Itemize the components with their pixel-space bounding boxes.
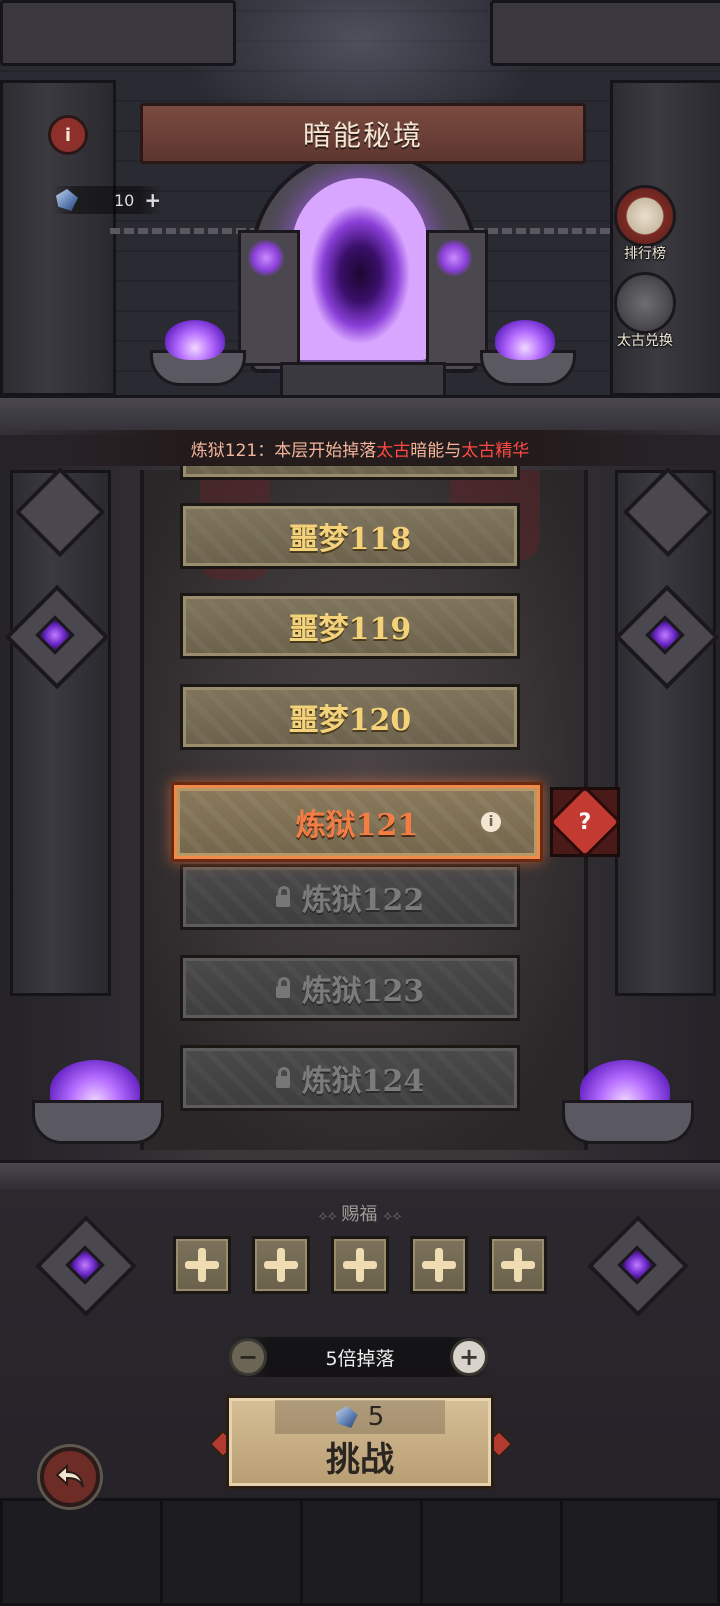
right-pillar-cap: [490, 0, 720, 66]
level-label: 噩梦118: [288, 522, 412, 557]
drop-multiplier-label: 5倍掉落: [325, 1347, 395, 1370]
lock-icon: [275, 1067, 290, 1088]
right-crystal: [436, 240, 472, 276]
minus-icon: −: [237, 1343, 259, 1371]
blessing-section-label: ⟡⟡ 赐福 ⟡⟡: [0, 1200, 720, 1226]
ancient-exchange-button[interactable]: 太古兑换: [610, 272, 680, 350]
level-label: 炼狱123: [301, 974, 425, 1009]
plus-icon: [501, 1248, 535, 1282]
drop-info-prefix: 炼狱121：本层开始掉落: [190, 440, 377, 461]
level-item-123[interactable]: 炼狱123: [180, 955, 520, 1021]
plus-icon: [422, 1248, 456, 1282]
left-upper-flame: [165, 320, 225, 360]
plus-icon: +: [458, 1343, 480, 1371]
ancient-exchange-icon: [614, 272, 676, 334]
challenge-cost: 5: [275, 1400, 445, 1434]
right-lower-brazier: [562, 1100, 694, 1144]
level-label: 炼狱122: [301, 883, 425, 918]
void-portal: [292, 178, 428, 360]
question-mark-icon: ?: [548, 785, 622, 859]
currency-counter: 10 +: [52, 186, 162, 214]
drop-info-mid: 暗能与: [410, 440, 462, 461]
floor-tile: [0, 1498, 166, 1606]
left-crystal: [248, 240, 284, 276]
level-item-120[interactable]: 噩梦120: [180, 684, 520, 750]
plus-icon: [343, 1248, 377, 1282]
blessing-slot-1[interactable]: [173, 1236, 231, 1294]
info-button[interactable]: i: [48, 115, 88, 155]
floor-tile: [300, 1498, 426, 1606]
drop-info-highlight: 太古精华: [461, 440, 530, 461]
add-currency-button[interactable]: +: [144, 188, 161, 212]
plus-icon: [264, 1248, 298, 1282]
portal-steps: [280, 362, 446, 398]
level-item-119[interactable]: 噩梦119: [180, 593, 520, 659]
level-label: 炼狱121: [295, 808, 419, 843]
floor-tile: [420, 1498, 566, 1606]
increase-multiplier-button[interactable]: +: [450, 1338, 488, 1376]
level-item-124[interactable]: 炼狱124: [180, 1045, 520, 1111]
blessing-label: 赐福: [341, 1204, 378, 1225]
currency-value: 10: [114, 190, 135, 210]
level-item-121-current[interactable]: 炼狱121 i: [174, 785, 540, 859]
floor-tile: [560, 1498, 720, 1606]
level-item-118[interactable]: 噩梦118: [180, 503, 520, 569]
blessing-slot-4[interactable]: [410, 1236, 468, 1294]
lock-icon: [275, 977, 290, 998]
leaderboard-label: 排行榜: [624, 246, 666, 262]
decrease-multiplier-button[interactable]: −: [229, 1338, 267, 1376]
challenge-cost-value: 5: [367, 1402, 385, 1432]
blessing-slots: [173, 1236, 547, 1294]
challenge-label: 挑战: [326, 1440, 394, 1480]
drop-info-text: 炼狱121：本层开始掉落 太古 暗能与 太古精华: [0, 430, 720, 466]
leaderboard-podium-icon: [614, 185, 676, 247]
blessing-slot-5[interactable]: [489, 1236, 547, 1294]
ornament-right-icon: ⟡⟡: [383, 1208, 402, 1224]
dark-shard-icon: [335, 1406, 358, 1428]
drop-info-highlight: 太古: [376, 440, 411, 461]
level-label: 炼狱124: [301, 1064, 425, 1099]
right-upper-flame: [495, 320, 555, 360]
mystery-reward-button[interactable]: ?: [548, 785, 622, 859]
floor-tile: [160, 1498, 306, 1606]
level-item-122[interactable]: 炼狱122: [180, 864, 520, 930]
level-info-icon[interactable]: i: [481, 812, 501, 832]
left-pillar-cap: [0, 0, 236, 66]
info-icon: i: [64, 124, 72, 146]
dark-shard-icon: [56, 189, 78, 211]
ancient-exchange-label: 太古兑换: [617, 333, 673, 349]
blessing-slot-2[interactable]: [252, 1236, 310, 1294]
page-title: 暗能秘境: [140, 103, 586, 164]
blessing-slot-3[interactable]: [331, 1236, 389, 1294]
level-item-partial[interactable]: [180, 466, 520, 480]
level-label: 噩梦119: [288, 612, 412, 647]
lock-icon: [275, 886, 290, 907]
left-lower-brazier: [32, 1100, 164, 1144]
level-label: 噩梦120: [288, 703, 412, 738]
leaderboard-button[interactable]: 排行榜: [610, 185, 680, 263]
back-arrow-icon: [55, 1464, 84, 1488]
ornament-left-icon: ⟡⟡: [318, 1208, 342, 1224]
plus-icon: [185, 1248, 219, 1282]
back-button[interactable]: [40, 1447, 100, 1507]
